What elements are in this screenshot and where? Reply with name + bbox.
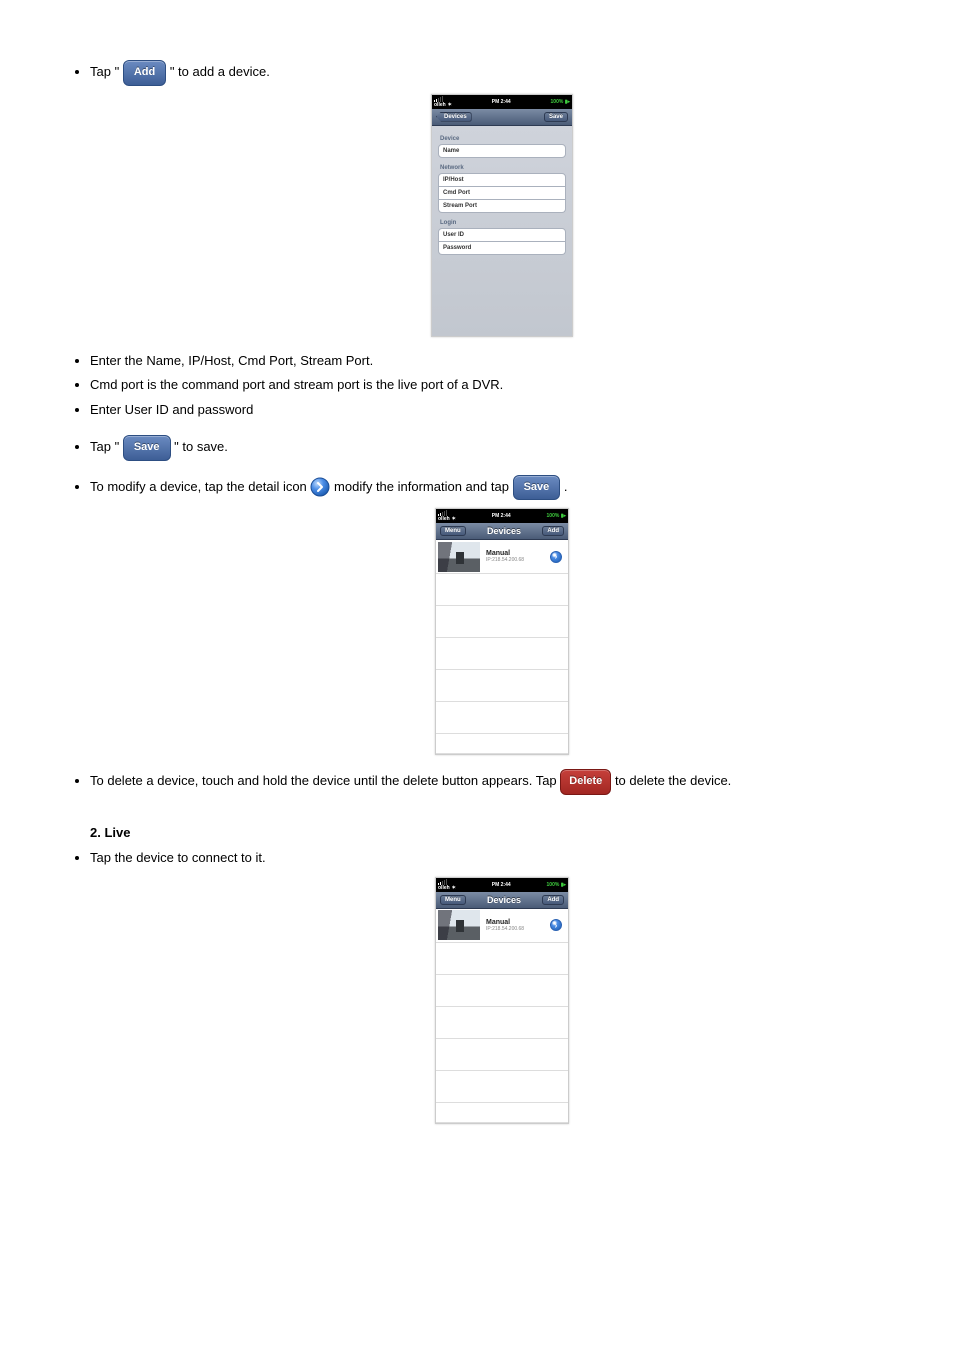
carrier-label: olleh: [438, 516, 450, 522]
save-button-inline-1[interactable]: Save: [123, 435, 171, 461]
device-row[interactable]: Manual IP:218.54.200.68 ›: [436, 540, 568, 574]
carrier-label: olleh: [438, 885, 450, 891]
table-row: [436, 1007, 568, 1039]
status-time: PM 2:44: [492, 99, 511, 105]
text: modify the information and tap: [334, 479, 509, 494]
device-ip: IP:218.54.200.68: [486, 926, 550, 932]
group-login: Login: [438, 216, 566, 228]
table-row: [436, 606, 568, 638]
nav-menu-button[interactable]: Menu: [440, 526, 466, 536]
delete-button[interactable]: Delete: [560, 769, 611, 795]
text: Tap the device to connect to it.: [90, 850, 266, 865]
device-name: Manual: [486, 919, 550, 926]
nav-title: Devices: [487, 895, 521, 905]
nav-bar: Menu Devices Add: [436, 892, 568, 909]
status-time: PM 2:44: [492, 513, 511, 519]
text: To modify a device, tap the detail icon: [90, 479, 307, 494]
text: " to add a device.: [170, 64, 270, 79]
group-network: Network: [438, 161, 566, 173]
text: Tap ": [90, 439, 119, 454]
screenshot-devices-list-1: olleh PM 2:44 100% ▮▸ Menu Devices Add M…: [435, 508, 569, 755]
nav-menu-button[interactable]: Menu: [440, 895, 466, 905]
text: Tap ": [90, 64, 119, 79]
table-row: [436, 1103, 568, 1123]
screenshot-add-device: olleh PM 2:44 100% ▮▸ Devices Save Devic…: [431, 94, 573, 337]
carrier-label: olleh: [434, 102, 446, 108]
nav-bar: Devices Save: [432, 109, 572, 126]
table-row: [436, 702, 568, 734]
device-row[interactable]: Manual IP:218.54.200.68 ›: [436, 909, 568, 943]
status-battery: 100%: [551, 99, 564, 105]
bullet-userid-password: Enter User ID and password: [90, 400, 914, 421]
bullet-modify-device: To modify a device, tap the detail icon …: [90, 475, 914, 501]
nav-add-button[interactable]: Add: [542, 526, 564, 536]
device-ip: IP:218.54.200.68: [486, 557, 550, 563]
bullet-tap-add: Tap " Add " to add a device.: [90, 60, 914, 86]
text: " to save.: [174, 439, 228, 454]
text: .: [564, 479, 568, 494]
device-thumbnail: [438, 542, 480, 572]
bullet-cmd-port-desc: Cmd port is the command port and stream …: [90, 375, 914, 396]
add-button[interactable]: Add: [123, 60, 166, 86]
status-bar: olleh PM 2:44 100% ▮▸: [436, 878, 568, 892]
device-thumbnail: [438, 910, 480, 940]
field-iphost[interactable]: IP/Host: [438, 173, 566, 187]
detail-disclosure-icon[interactable]: [310, 477, 330, 497]
nav-bar: Menu Devices Add: [436, 523, 568, 540]
save-button-inline-2[interactable]: Save: [513, 475, 561, 501]
section-heading-live: 2. Live: [90, 825, 914, 840]
nav-save-button[interactable]: Save: [544, 112, 568, 122]
status-battery: 100%: [547, 882, 560, 888]
screenshot-devices-list-2: olleh PM 2:44 100% ▮▸ Menu Devices Add M…: [435, 877, 569, 1124]
group-device: Device: [438, 132, 566, 144]
device-name: Manual: [486, 550, 550, 557]
table-row: [436, 638, 568, 670]
text: To delete a device, touch and hold the d…: [90, 773, 557, 788]
table-row: [436, 734, 568, 754]
text: Enter the Name, IP/Host, Cmd Port, Strea…: [90, 353, 373, 368]
status-bar: olleh PM 2:44 100% ▮▸: [432, 95, 572, 109]
field-cmdport[interactable]: Cmd Port: [438, 187, 566, 200]
status-time: PM 2:44: [492, 882, 511, 888]
field-password[interactable]: Password: [438, 242, 566, 255]
status-battery: 100%: [547, 513, 560, 519]
nav-back-devices[interactable]: Devices: [436, 112, 472, 122]
text: Cmd port is the command port and stream …: [90, 377, 503, 392]
nav-title: Devices: [487, 526, 521, 536]
table-row: [436, 1039, 568, 1071]
bullet-delete-device: To delete a device, touch and hold the d…: [90, 769, 914, 795]
table-row: [436, 670, 568, 702]
bullet-tap-device-connect: Tap the device to connect to it.: [90, 848, 914, 869]
field-name[interactable]: Name: [438, 144, 566, 158]
row-detail-icon[interactable]: ›: [550, 551, 562, 563]
table-row: [436, 574, 568, 606]
table-row: [436, 1071, 568, 1103]
nav-add-button[interactable]: Add: [542, 895, 564, 905]
table-row: [436, 943, 568, 975]
table-row: [436, 975, 568, 1007]
field-userid[interactable]: User ID: [438, 228, 566, 242]
row-detail-icon[interactable]: ›: [550, 919, 562, 931]
field-streamport[interactable]: Stream Port: [438, 200, 566, 213]
text: to delete the device.: [615, 773, 731, 788]
text: Enter User ID and password: [90, 402, 253, 417]
bullet-enter-network: Enter the Name, IP/Host, Cmd Port, Strea…: [90, 351, 914, 372]
bullet-tap-save: Tap " Save " to save.: [90, 435, 914, 461]
status-bar: olleh PM 2:44 100% ▮▸: [436, 509, 568, 523]
